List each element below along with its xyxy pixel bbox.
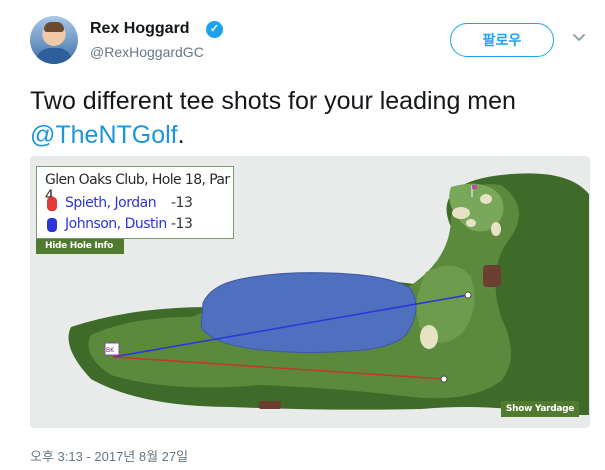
author-name[interactable]: Rex Hoggard — [90, 20, 190, 38]
dirt-patch — [259, 401, 281, 409]
hole-info-panel: Glen Oaks Club, Hole 18, Par 4 Spieth, J… — [36, 166, 234, 239]
author-handle[interactable]: @RexHoggardGC — [90, 44, 204, 60]
avatar[interactable] — [30, 16, 78, 64]
bunker — [420, 325, 438, 349]
flag — [472, 185, 477, 189]
johnson-ball-marker — [464, 291, 472, 299]
tweet-timestamp[interactable]: 오후 3:13 - 2017년 8월 27일 — [30, 446, 188, 465]
dirt-patch — [483, 265, 501, 287]
bunker — [466, 219, 476, 227]
mention-link[interactable]: @TheNTGolf — [30, 121, 178, 149]
bunker — [491, 222, 501, 236]
avatar-hair — [44, 22, 64, 32]
tee-marker-label: BK — [106, 347, 115, 354]
spieth-ball-marker — [440, 375, 448, 383]
follow-button[interactable]: 팔로우 — [450, 23, 554, 57]
player-row-spieth: Spieth, Jordan -13 — [47, 194, 227, 214]
player-name: Johnson, Dustin — [65, 216, 167, 232]
bunker — [480, 194, 492, 204]
verified-badge-icon: ✓ — [206, 21, 223, 38]
player-score: -13 — [171, 195, 193, 211]
chevron-down-icon[interactable] — [571, 30, 587, 46]
hide-hole-info-button[interactable]: Hide Hole Info — [36, 239, 124, 254]
avatar-shirt — [36, 48, 72, 64]
tweet-header: Rex Hoggard ✓ @RexHoggardGC 팔로우 — [30, 14, 595, 66]
tweet-text: Two different tee shots for your leading… — [30, 84, 590, 152]
tweet-trailing: . — [177, 121, 185, 149]
water-hazard — [200, 272, 417, 354]
player-row-johnson: Johnson, Dustin -13 — [47, 215, 227, 235]
player-name: Spieth, Jordan — [65, 195, 157, 211]
player-color-dot — [47, 197, 57, 211]
player-score: -13 — [171, 216, 193, 232]
tweet-body: Two different tee shots for your leading… — [30, 87, 516, 115]
player-color-dot — [47, 218, 57, 232]
bunker — [452, 207, 470, 219]
show-yardage-button[interactable]: Show Yardage — [501, 401, 579, 417]
tweet-media-image[interactable]: BK Glen Oaks Club, Hole 18, Par 4 Spieth… — [30, 156, 590, 428]
